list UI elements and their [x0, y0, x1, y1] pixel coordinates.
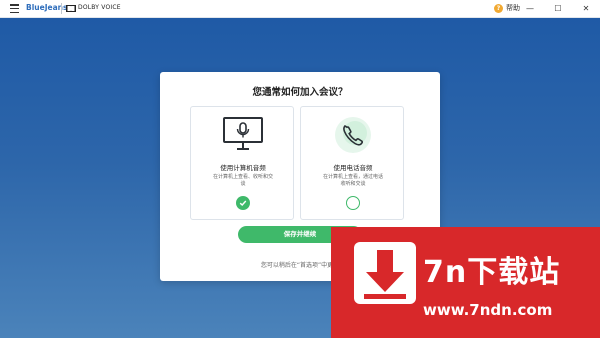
menu-icon[interactable] — [10, 4, 19, 13]
computer-audio-label: 使用计算机音频 — [220, 164, 266, 172]
computer-audio-description: 在计算机上查看、收听和交谈 — [212, 174, 273, 187]
phone-audio-label: 使用电话音频 — [333, 164, 373, 172]
help-icon: ? — [494, 3, 503, 13]
watermark-title: 7n下载站 — [423, 255, 561, 290]
phone-audio-description: 在计算机上查看，通过电话收听和交谈 — [322, 174, 383, 187]
phone-icon — [335, 117, 371, 153]
watermark-banner: 7n下载站 www.7ndn.com — [331, 227, 600, 338]
watermark-url: www.7ndn.com — [423, 301, 553, 319]
maximize-button[interactable]: ☐ — [544, 0, 572, 17]
dolby-voice-label: DOLBY VOICE — [78, 4, 121, 11]
download-logo-icon — [354, 242, 416, 304]
check-icon — [239, 200, 247, 206]
brand-divider — [61, 3, 62, 14]
dolby-logo-icon — [66, 5, 76, 12]
title-bar: BlueJeans DOLBY VOICE ? 帮助 — ☐ ✕ — [0, 0, 600, 18]
computer-audio-option[interactable]: 使用计算机音频 在计算机上查看、收听和交谈 — [190, 106, 294, 220]
monitor-microphone-icon — [223, 117, 263, 150]
close-button[interactable]: ✕ — [572, 0, 600, 17]
dialog-title: 您通常如何加入会议？ — [252, 87, 348, 98]
phone-audio-radio[interactable] — [346, 196, 360, 210]
computer-audio-radio-selected[interactable] — [236, 196, 250, 210]
minimize-button[interactable]: — — [516, 0, 544, 17]
phone-audio-option[interactable]: 使用电话音频 在计算机上查看，通过电话收听和交谈 — [300, 106, 404, 220]
